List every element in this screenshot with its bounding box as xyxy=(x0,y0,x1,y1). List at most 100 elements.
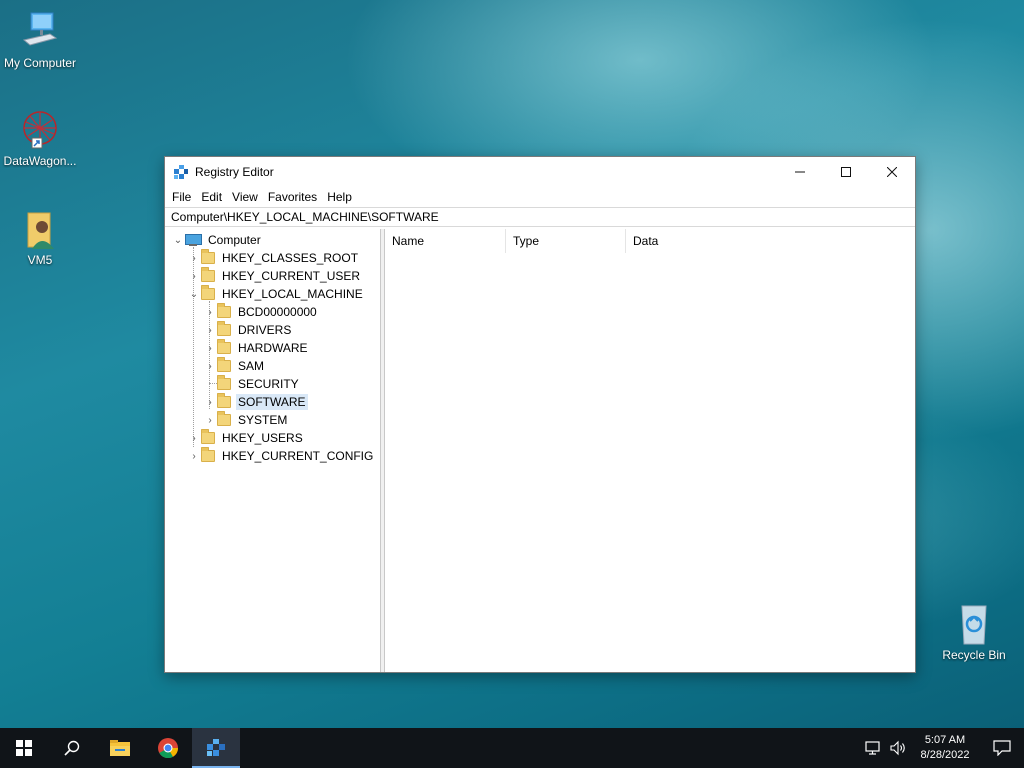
tree-item-label: Computer xyxy=(208,233,261,247)
tree-item-label: BCD00000000 xyxy=(238,305,317,319)
tree-item-label: DRIVERS xyxy=(238,323,292,337)
desktop-icon-vm5[interactable]: VM5 xyxy=(0,207,80,267)
folder-icon xyxy=(217,339,231,354)
expand-chevron-icon[interactable]: › xyxy=(203,393,217,411)
values-list-pane[interactable]: Name Type Data xyxy=(385,229,915,672)
collapse-chevron-icon[interactable]: ⌄ xyxy=(171,231,185,249)
title-bar[interactable]: Registry Editor xyxy=(165,157,915,187)
tree-item-software[interactable]: › SOFTWARE xyxy=(203,393,308,411)
tree-item-hkey-users[interactable]: › HKEY_USERS xyxy=(187,429,305,447)
desktop-icon-recycle-bin[interactable]: Recycle Bin xyxy=(934,602,1014,662)
regedit-icon xyxy=(207,739,225,756)
folder-icon xyxy=(201,267,215,282)
clock-time: 5:07 AM xyxy=(924,734,966,746)
tree-item-hkey-current-config[interactable]: › HKEY_CURRENT_CONFIG xyxy=(187,447,375,465)
tree-item-label: HKEY_CURRENT_CONFIG xyxy=(222,449,374,463)
tree-item-hkey-classes-root[interactable]: › HKEY_CLASSES_ROOT xyxy=(187,249,360,267)
tree-item-label: SYSTEM xyxy=(238,413,288,427)
tree-item-computer[interactable]: ⌄ Computer xyxy=(171,231,263,249)
expand-chevron-icon[interactable]: › xyxy=(203,339,217,357)
folder-icon xyxy=(201,285,215,300)
tree-item-label: SAM xyxy=(238,359,265,373)
minimize-button[interactable] xyxy=(777,157,823,187)
tree-item-system[interactable]: › SYSTEM xyxy=(203,411,289,429)
search-button[interactable] xyxy=(48,728,96,768)
menu-help[interactable]: Help xyxy=(322,190,357,204)
menu-edit[interactable]: Edit xyxy=(196,190,227,204)
datawagon-icon xyxy=(18,108,62,152)
folder-icon xyxy=(217,321,231,336)
tree-item-label: HKEY_CLASSES_ROOT xyxy=(222,251,359,265)
column-headers: Name Type Data xyxy=(385,229,915,253)
windows-logo-icon xyxy=(16,740,32,756)
expand-chevron-icon[interactable]: › xyxy=(203,411,217,429)
tree-item-bcd[interactable]: › BCD00000000 xyxy=(203,303,319,321)
folder-icon xyxy=(217,303,231,318)
taskbar-file-explorer[interactable] xyxy=(96,728,144,768)
desktop-icon-label: DataWagon... xyxy=(3,154,77,168)
maximize-button[interactable] xyxy=(823,157,869,187)
search-icon xyxy=(64,740,80,756)
regedit-icon xyxy=(173,164,189,180)
minimize-icon xyxy=(795,171,805,173)
tree-item-label: SECURITY xyxy=(238,377,299,391)
taskbar-chrome[interactable] xyxy=(144,728,192,768)
key-tree-pane[interactable]: ⌄ Computer › HKEY_CLASSES_ROOT › HKEY_CU… xyxy=(165,229,381,672)
expand-chevron-icon[interactable]: › xyxy=(187,429,201,447)
desktop-icon-label: My Computer xyxy=(3,56,77,70)
collapse-chevron-icon[interactable]: ⌄ xyxy=(187,285,201,303)
menu-bar: File Edit View Favorites Help xyxy=(165,187,915,207)
column-header-name[interactable]: Name xyxy=(385,229,506,253)
tree-item-hkey-local-machine[interactable]: ⌄ HKEY_LOCAL_MACHINE xyxy=(187,285,365,303)
folder-icon xyxy=(201,447,215,462)
network-icon[interactable] xyxy=(862,728,886,768)
folder-icon xyxy=(217,393,231,408)
window-title: Registry Editor xyxy=(195,165,274,179)
taskbar-registry-editor[interactable] xyxy=(192,728,240,768)
tree-item-label: HKEY_USERS xyxy=(222,431,303,445)
registry-editor-window[interactable]: Registry Editor File Edit View Favorites… xyxy=(164,156,916,673)
desktop-icon-label: VM5 xyxy=(27,253,53,267)
tree-item-drivers[interactable]: › DRIVERS xyxy=(203,321,293,339)
tree-item-sam[interactable]: › SAM xyxy=(203,357,266,375)
computer-icon xyxy=(185,234,202,246)
notification-center-button[interactable] xyxy=(980,728,1024,768)
taskbar: 5:07 AM 8/28/2022 xyxy=(0,728,1024,768)
tree-item-label: HKEY_LOCAL_MACHINE xyxy=(222,287,363,301)
recycle-bin-icon xyxy=(952,602,996,646)
notification-icon xyxy=(993,740,1011,756)
menu-file[interactable]: File xyxy=(167,190,196,204)
menu-favorites[interactable]: Favorites xyxy=(263,190,322,204)
menu-view[interactable]: View xyxy=(227,190,263,204)
expand-chevron-icon[interactable]: › xyxy=(203,303,217,321)
column-header-type[interactable]: Type xyxy=(506,229,626,253)
system-tray: 5:07 AM 8/28/2022 xyxy=(862,728,1024,768)
expand-chevron-icon[interactable]: › xyxy=(203,357,217,375)
close-icon xyxy=(887,167,897,177)
expand-chevron-icon[interactable]: › xyxy=(187,447,201,465)
tree-item-security[interactable]: SECURITY xyxy=(203,375,301,393)
folder-icon xyxy=(201,429,215,444)
folder-icon xyxy=(201,249,215,264)
volume-icon[interactable] xyxy=(886,728,910,768)
tree-item-hkey-current-user[interactable]: › HKEY_CURRENT_USER xyxy=(187,267,362,285)
expand-chevron-icon[interactable]: › xyxy=(187,267,201,285)
tree-item-label: HARDWARE xyxy=(238,341,308,355)
user-folder-icon xyxy=(18,207,62,251)
column-header-data[interactable]: Data xyxy=(626,229,726,253)
desktop-icon-label: Recycle Bin xyxy=(942,648,1006,662)
address-bar[interactable]: Computer\HKEY_LOCAL_MACHINE\SOFTWARE xyxy=(165,207,915,227)
tree-item-hardware[interactable]: › HARDWARE xyxy=(203,339,310,357)
expand-chevron-icon[interactable]: › xyxy=(187,249,201,267)
computer-icon xyxy=(18,10,62,54)
close-button[interactable] xyxy=(869,157,915,187)
taskbar-clock[interactable]: 5:07 AM 8/28/2022 xyxy=(910,733,980,763)
folder-icon xyxy=(217,357,231,372)
folder-icon xyxy=(217,375,231,390)
start-button[interactable] xyxy=(0,728,48,768)
desktop-icon-datawagon[interactable]: DataWagon... xyxy=(0,108,80,168)
expand-chevron-icon[interactable]: › xyxy=(203,321,217,339)
file-explorer-icon xyxy=(110,740,130,756)
desktop-icon-my-computer[interactable]: My Computer xyxy=(0,10,80,70)
folder-icon xyxy=(217,411,231,426)
